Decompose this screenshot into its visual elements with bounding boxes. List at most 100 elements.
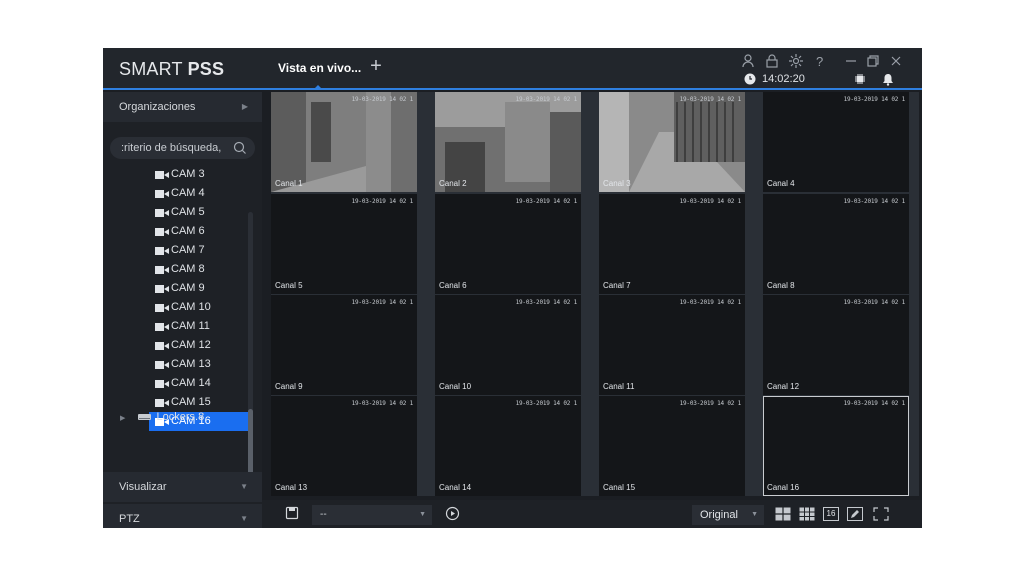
tree-item-cam-4[interactable]: CAM 4 <box>149 184 249 203</box>
camera-icon <box>155 380 169 388</box>
clock-icon <box>744 73 756 85</box>
camera-icon <box>155 361 169 369</box>
tree-item-cam-5[interactable]: CAM 5 <box>149 203 249 222</box>
video-cell[interactable]: 19-03-2019 14 02 1 Canal 9 <box>271 295 417 395</box>
channel-label: Canal 10 <box>439 382 472 391</box>
layout-9-icon[interactable] <box>799 507 815 521</box>
fullscreen-icon[interactable] <box>873 507 889 521</box>
restore-icon[interactable] <box>866 54 880 68</box>
layout-16-button[interactable]: 16 <box>823 507 839 521</box>
close-icon[interactable] <box>889 54 903 68</box>
camera-icon <box>155 266 169 274</box>
dropdown-arrow-icon: ▼ <box>751 511 758 518</box>
tree-item-cam-12[interactable]: CAM 12 <box>149 336 249 355</box>
tour-cycle-icon[interactable] <box>445 506 460 521</box>
tree-item-cam-11[interactable]: CAM 11 <box>149 317 249 336</box>
video-cell[interactable]: 19-03-2019 14 02 1 Canal 3 <box>599 92 745 192</box>
aspect-ratio-select[interactable]: Original ▼ <box>692 505 764 525</box>
camera-feed-image <box>435 92 581 192</box>
search-text: :riterio de búsqueda, <box>121 142 222 154</box>
video-cell[interactable]: 19-03-2019 14 02 1 Canal 4 <box>763 92 909 192</box>
device-tree: CAM 3 CAM 4 CAM 5 CAM 6 CAM 7 CAM 8 CAM … <box>103 165 255 435</box>
video-cell[interactable]: 19-03-2019 14 02 1 Canal 6 <box>435 194 581 294</box>
video-timestamp: 19-03-2019 14 02 1 <box>843 198 906 205</box>
video-timestamp: 19-03-2019 14 02 1 <box>843 299 906 306</box>
aspect-ratio-value: Original <box>700 509 738 521</box>
video-timestamp: 19-03-2019 14 02 1 <box>679 400 742 407</box>
lock-icon[interactable] <box>764 53 780 69</box>
video-cell-selected[interactable]: 19-03-2019 14 02 1 Canal 16 <box>763 396 909 496</box>
channel-label: Canal 16 <box>767 483 800 492</box>
video-timestamp: 19-03-2019 14 02 1 <box>843 400 906 407</box>
title-bar: SMART PSS Vista en vivo... + ? 14:02:20 <box>103 48 922 90</box>
view-preset-value: -- <box>320 509 327 520</box>
video-cell[interactable]: 19-03-2019 14 02 1 Canal 2 <box>435 92 581 192</box>
tree-item-cam-9[interactable]: CAM 9 <box>149 279 249 298</box>
camera-icon <box>155 247 169 255</box>
clock: 14:02:20 <box>744 72 805 86</box>
expand-arrow-icon[interactable]: ▶ <box>120 415 125 422</box>
camera-icon <box>155 285 169 293</box>
video-cell[interactable]: 19-03-2019 14 02 1 Canal 7 <box>599 194 745 294</box>
ptz-label: PTZ <box>119 513 140 525</box>
top-icons: ? <box>740 53 836 69</box>
organizations-label: Organizaciones <box>119 101 196 113</box>
clock-time: 14:02:20 <box>762 73 805 85</box>
video-cell[interactable]: 19-03-2019 14 02 1 Canal 8 <box>763 194 909 294</box>
tab-live-view[interactable]: Vista en vivo... <box>278 61 361 75</box>
search-icon[interactable] <box>233 141 247 155</box>
tree-group-lockers[interactable]: ▶ Lockers.8 <box>120 409 204 425</box>
video-cell[interactable]: 19-03-2019 14 02 1 Canal 15 <box>599 396 745 496</box>
tree-item-cam-6[interactable]: CAM 6 <box>149 222 249 241</box>
camera-icon <box>155 323 169 331</box>
view-preset-select[interactable]: -- ▼ <box>312 505 432 525</box>
video-timestamp: 19-03-2019 14 02 1 <box>679 299 742 306</box>
video-cell[interactable]: 19-03-2019 14 02 1 Canal 5 <box>271 194 417 294</box>
tree-item-cam-3[interactable]: CAM 3 <box>149 165 249 184</box>
tree-item-cam-8[interactable]: CAM 8 <box>149 260 249 279</box>
channel-label: Canal 14 <box>439 483 472 492</box>
active-tab-indicator <box>313 85 323 90</box>
visualize-label: Visualizar <box>119 481 167 493</box>
help-icon[interactable]: ? <box>812 53 828 69</box>
tree-item-cam-14[interactable]: CAM 14 <box>149 374 249 393</box>
user-icon[interactable] <box>740 53 756 69</box>
search-input[interactable]: :riterio de búsqueda, <box>110 137 255 159</box>
video-cell[interactable]: 19-03-2019 14 02 1 Canal 13 <box>271 396 417 496</box>
camera-icon <box>155 399 169 407</box>
camera-icon <box>155 304 169 312</box>
video-timestamp: 19-03-2019 14 02 1 <box>679 198 742 205</box>
chevron-down-icon: ▼ <box>240 482 248 491</box>
add-tab-button[interactable]: + <box>366 56 386 76</box>
tree-item-cam-7[interactable]: CAM 7 <box>149 241 249 260</box>
camera-icon <box>155 171 169 179</box>
layout-4-icon[interactable] <box>775 507 791 521</box>
video-cell[interactable]: 19-03-2019 14 02 1 Canal 1 <box>271 92 417 192</box>
minimize-icon[interactable] <box>844 54 858 68</box>
channel-label: Canal 1 <box>275 179 303 188</box>
organizations-header[interactable]: Organizaciones ▶ <box>103 92 262 122</box>
bell-icon[interactable] <box>881 72 895 86</box>
video-cell[interactable]: 19-03-2019 14 02 1 Canal 14 <box>435 396 581 496</box>
chip-icon[interactable] <box>853 72 867 86</box>
bottom-toolbar: -- ▼ Original ▼ 16 <box>262 500 922 528</box>
video-cell[interactable]: 19-03-2019 14 02 1 Canal 11 <box>599 295 745 395</box>
gear-icon[interactable] <box>788 53 804 69</box>
tree-scrollbar-thumb[interactable] <box>248 409 253 479</box>
tree-item-cam-13[interactable]: CAM 13 <box>149 355 249 374</box>
app-logo: SMART PSS <box>119 59 225 79</box>
video-cell[interactable]: 19-03-2019 14 02 1 Canal 12 <box>763 295 909 395</box>
channel-label: Canal 9 <box>275 382 303 391</box>
save-view-icon[interactable] <box>285 506 299 520</box>
dvr-icon <box>138 414 152 421</box>
visualize-header[interactable]: Visualizar ▼ <box>103 472 262 502</box>
chevron-right-icon: ▶ <box>241 102 248 111</box>
edit-layout-icon[interactable] <box>847 507 863 521</box>
tree-item-cam-10[interactable]: CAM 10 <box>149 298 249 317</box>
ptz-header[interactable]: PTZ ▼ <box>103 504 262 528</box>
video-cell[interactable]: 19-03-2019 14 02 1 Canal 10 <box>435 295 581 395</box>
channel-label: Canal 7 <box>603 281 631 290</box>
channel-label: Canal 8 <box>767 281 795 290</box>
camera-feed-image <box>271 92 417 192</box>
channel-label: Canal 4 <box>767 179 795 188</box>
